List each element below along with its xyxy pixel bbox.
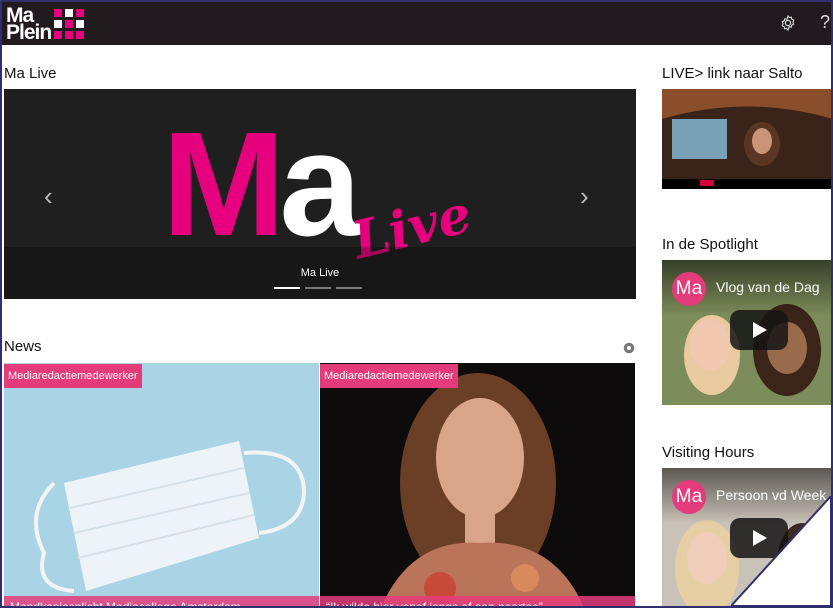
chevron-right-icon[interactable]: › [580, 181, 589, 212]
video-title[interactable]: Vlog van de Dag [716, 279, 820, 295]
logo-grid-icon [54, 8, 85, 39]
play-icon[interactable] [730, 310, 788, 350]
news-tag: Mediaredactiemedewerker [4, 364, 142, 388]
news-tag: Mediaredactiemedewerker [320, 364, 458, 388]
portrait-image [381, 373, 584, 606]
news-card-2[interactable]: Mediaredactiemedewerker “Ik wilde hier v… [320, 363, 635, 606]
ma-live-carousel[interactable]: Ma Live ‹ › Ma Live [4, 89, 636, 299]
logo-line-2: Plein [6, 20, 52, 44]
settings-gear-icon[interactable] [779, 14, 797, 32]
maplein-logo[interactable]: Ma Plein [6, 4, 85, 44]
carousel-caption: Ma Live [300, 267, 340, 279]
news-headline[interactable]: “Ik wilde hier vanaf jongs af aan naarto… [320, 596, 635, 606]
spotlight-video[interactable]: Ma Vlog van de Dag [662, 260, 831, 405]
help-icon[interactable]: ? [820, 12, 830, 33]
slide-ma-text: Ma [162, 102, 362, 267]
visiting-hours-title: Visiting Hours [662, 444, 755, 461]
decorative-corner-triangle [731, 496, 831, 606]
app-frame: Ma Plein ? Ma Live Ma Live ‹ › Ma Live N… [0, 0, 833, 608]
ma-live-title: Ma Live [4, 65, 57, 82]
logo-wordmark: Ma Plein [6, 5, 52, 44]
channel-avatar[interactable]: Ma [672, 480, 706, 514]
salto-live-thumbnail[interactable] [662, 89, 831, 189]
live-stream-image [662, 89, 831, 189]
live-link-title: LIVE> link naar Salto [662, 65, 803, 82]
top-bar: Ma Plein ? [2, 2, 831, 45]
carousel-indicator[interactable] [305, 287, 331, 289]
spotlight-title: In de Spotlight [662, 236, 758, 253]
chevron-left-icon[interactable]: ‹ [44, 181, 53, 212]
carousel-indicator[interactable] [336, 287, 362, 289]
news-settings-gear-icon[interactable] [622, 341, 636, 355]
news-card-1[interactable]: Mediaredactiemedewerker Mondkapjesplicht… [4, 363, 319, 606]
mask-image [34, 441, 307, 593]
news-title: News [4, 338, 42, 355]
channel-avatar[interactable]: Ma [672, 272, 706, 306]
carousel-indicators [274, 287, 362, 289]
news-headline[interactable]: Mondkapjesplicht Mediacollege Amsterdam [4, 596, 319, 606]
carousel-indicator[interactable] [274, 287, 300, 289]
